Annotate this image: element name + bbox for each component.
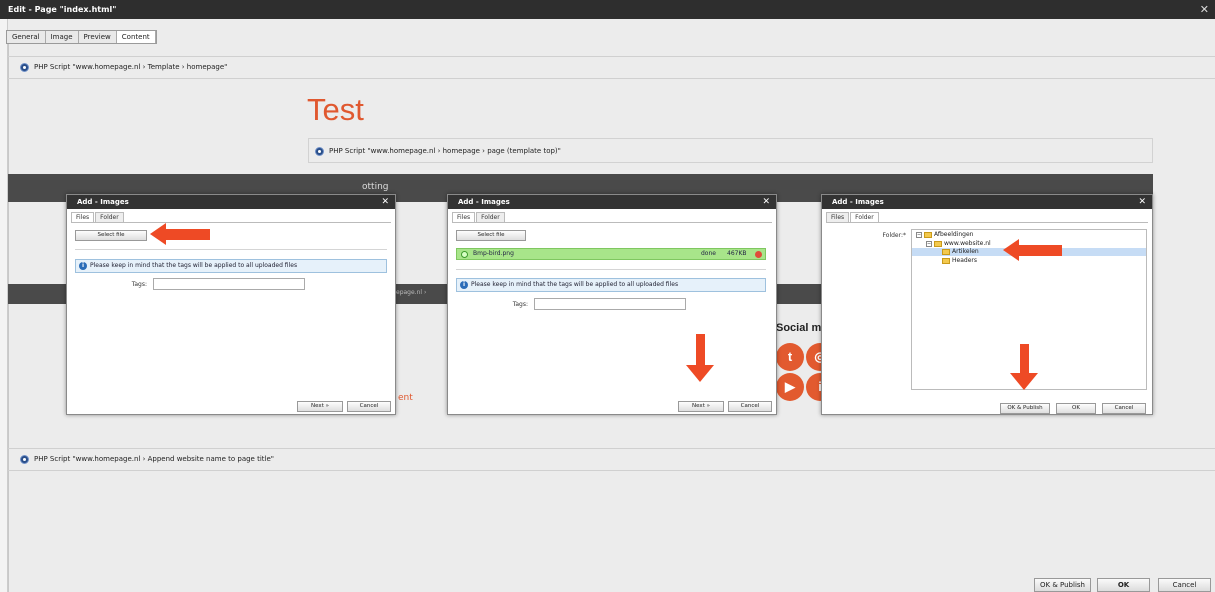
dialog-header: Add - Images ✕ <box>822 195 1152 209</box>
divider <box>8 78 1215 79</box>
tags-label: Tags: <box>131 281 147 288</box>
eye-icon[interactable] <box>315 146 324 156</box>
close-icon[interactable]: ✕ <box>1138 195 1146 209</box>
file-size: 467KB <box>727 250 747 257</box>
cancel-button[interactable]: Cancel <box>347 401 391 412</box>
add-images-dialog-2: Add - Images ✕ Files Folder Select file … <box>447 194 777 415</box>
dialog-title: Add - Images <box>458 198 510 206</box>
folder-icon <box>934 240 942 247</box>
arrow-icon <box>686 365 714 382</box>
arrow-shaft <box>696 334 705 366</box>
window-title: Edit - Page "index.html" <box>8 5 117 14</box>
tree-node-artikelen[interactable]: Artikelen <box>942 248 979 256</box>
select-file-button[interactable]: Select file <box>456 230 526 241</box>
collapse-icon[interactable]: − <box>916 231 922 238</box>
youtube-icon[interactable]: ▶ <box>776 373 804 401</box>
divider <box>8 470 1215 471</box>
tab-files[interactable]: Files <box>826 212 850 222</box>
ok-button[interactable]: OK <box>1097 578 1150 592</box>
tab-general[interactable]: General <box>7 31 46 43</box>
nav-band-2-text: epage.nl › <box>396 289 427 296</box>
inner-crumb-box: PHP Script "www.homepage.nl › homepage ›… <box>308 138 1153 163</box>
dialog-title: Add - Images <box>832 198 884 206</box>
dialog-tabs: Files Folder <box>826 212 1148 223</box>
tab-folder[interactable]: Folder <box>95 212 124 222</box>
arrow-shaft <box>1018 245 1062 256</box>
social-heading: Social me <box>776 322 828 334</box>
tags-label: Tags: <box>512 301 528 308</box>
dialog-tabs: Files Folder <box>71 212 391 223</box>
eye-icon[interactable] <box>20 454 29 464</box>
tab-folder[interactable]: Folder <box>476 212 505 222</box>
arrow-icon <box>1010 373 1038 390</box>
page-heading: Test <box>307 92 364 127</box>
next-button[interactable]: Next » <box>297 401 343 412</box>
eye-icon[interactable] <box>20 62 29 72</box>
append-crumb[interactable]: PHP Script "www.homepage.nl › Append web… <box>14 448 274 470</box>
ok-publish-button[interactable]: OK & Publish <box>1034 578 1091 592</box>
divider <box>75 249 387 250</box>
cancel-button[interactable]: Cancel <box>1102 403 1146 414</box>
tags-info-message: i Please keep in mind that the tags will… <box>75 259 387 273</box>
tab-bar: General Image Preview Content <box>6 30 157 44</box>
dialog-header: Add - Images ✕ <box>448 195 776 209</box>
ok-publish-button[interactable]: OK & Publish <box>1000 403 1050 414</box>
uploaded-file-row: Bmp-bird.png done 467KB <box>456 248 766 260</box>
info-text: Please keep in mind that the tags will b… <box>90 262 298 269</box>
add-images-dialog-1: Add - Images ✕ Files Folder Select file … <box>66 194 396 415</box>
collapse-icon[interactable]: − <box>926 240 932 247</box>
folder-label: Folder:* <box>882 232 906 239</box>
tags-info-message: i Please keep in mind that the tags will… <box>456 278 766 292</box>
arrow-shaft <box>1020 344 1029 374</box>
add-images-dialog-3: Add - Images ✕ Files Folder Folder:* − Af… <box>821 194 1153 415</box>
template-crumb[interactable]: PHP Script "www.homepage.nl › Template ›… <box>14 56 227 78</box>
inner-crumb-label: PHP Script "www.homepage.nl › homepage ›… <box>329 147 561 155</box>
folder-icon <box>942 257 950 264</box>
next-button[interactable]: Next » <box>678 401 724 412</box>
close-icon[interactable]: ✕ <box>1200 0 1209 19</box>
remove-icon[interactable] <box>755 251 762 258</box>
tab-content[interactable]: Content <box>116 31 156 43</box>
dialog-header: Add - Images ✕ <box>67 195 395 209</box>
arrow-icon <box>1003 239 1019 261</box>
info-icon: i <box>460 281 468 289</box>
close-icon[interactable]: ✕ <box>762 195 770 209</box>
tags-input[interactable] <box>153 278 305 290</box>
ok-button[interactable]: OK <box>1056 403 1096 414</box>
dialog-tabs: Files Folder <box>452 212 772 223</box>
inner-crumb[interactable]: PHP Script "www.homepage.nl › homepage ›… <box>309 140 561 162</box>
tree-node-afbeeldingen[interactable]: − Afbeeldingen <box>916 231 973 239</box>
info-icon: i <box>79 262 87 270</box>
tab-files[interactable]: Files <box>71 212 95 222</box>
file-name: Bmp-bird.png <box>473 250 514 257</box>
dialog-title: Add - Images <box>77 198 129 206</box>
window-titlebar: Edit - Page "index.html" ✕ <box>0 0 1215 19</box>
tab-preview[interactable]: Preview <box>78 31 117 43</box>
arrow-shaft <box>165 229 210 240</box>
success-icon <box>461 251 468 258</box>
tab-files[interactable]: Files <box>452 212 476 222</box>
tree-node-headers[interactable]: Headers <box>942 257 977 265</box>
arrow-icon <box>150 223 166 245</box>
tree-node-website[interactable]: − www.website.nl <box>926 240 991 248</box>
content-snippet: ent <box>398 393 413 403</box>
tab-folder[interactable]: Folder <box>850 212 879 222</box>
cancel-button[interactable]: Cancel <box>728 401 772 412</box>
tab-image[interactable]: Image <box>45 31 79 43</box>
cancel-button[interactable]: Cancel <box>1158 578 1211 592</box>
close-icon[interactable]: ✕ <box>381 195 389 209</box>
tags-input[interactable] <box>534 298 686 310</box>
file-status: done <box>701 250 716 257</box>
folder-icon <box>924 231 932 238</box>
template-crumb-label: PHP Script "www.homepage.nl › Template ›… <box>34 63 228 71</box>
nav-band-text: otting <box>362 182 389 192</box>
twitter-icon[interactable]: t <box>776 343 804 371</box>
select-file-button[interactable]: Select file <box>75 230 147 241</box>
folder-icon <box>942 248 950 255</box>
append-crumb-label: PHP Script "www.homepage.nl › Append web… <box>34 455 274 463</box>
info-text: Please keep in mind that the tags will b… <box>471 281 679 288</box>
divider <box>456 269 766 270</box>
left-strip <box>0 19 8 592</box>
